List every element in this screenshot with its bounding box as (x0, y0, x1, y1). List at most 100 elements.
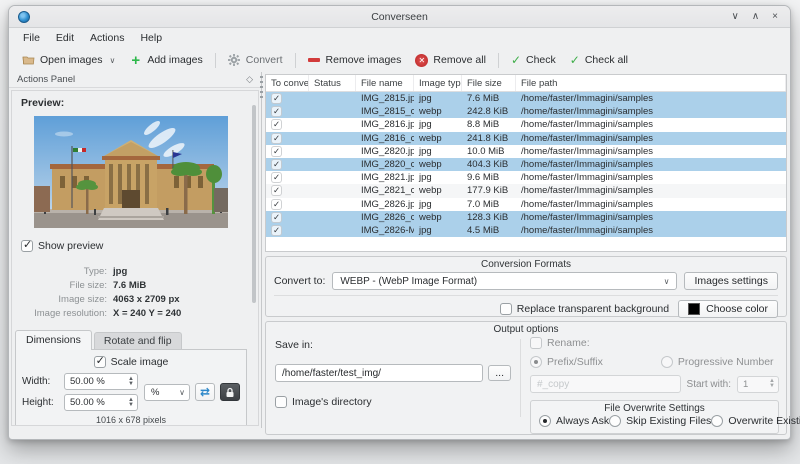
table-row[interactable]: ✓ IMG_2820_co... webp 404.3 KiB/home/faster… (266, 157, 786, 172)
col-image-type[interactable]: Image type (414, 75, 462, 91)
table-row[interactable]: ✓ IMG_2826_co... webp 128.3 KiB/home/faster… (266, 210, 786, 224)
sync-dimensions-button[interactable]: ⇄ (195, 383, 215, 401)
convert-button[interactable]: Convert (221, 52, 290, 69)
row-file-size: 7.0 MiB (467, 198, 500, 210)
row-check-icon[interactable]: ✓ (271, 224, 282, 236)
lock-aspect-button[interactable] (220, 383, 240, 401)
spin-down-icon[interactable]: ▼ (128, 402, 134, 408)
scale-image-checkbox[interactable]: Scale image (93, 354, 168, 368)
table-row[interactable]: ✓ IMG_2816.jpg jpg 8.8 MiB/home/faster/Imma… (266, 118, 786, 131)
row-file-path: /home/faster/Immagini/samples (521, 198, 653, 210)
preview-label: Preview: (21, 97, 65, 109)
float-panel-icon[interactable]: ◇ (246, 74, 253, 85)
output-options-title: Output options (493, 324, 559, 335)
choose-color-button[interactable]: Choose color (678, 300, 778, 318)
open-images-button[interactable]: Open images ∨ (15, 52, 122, 69)
progressive-number-radio[interactable]: Progressive Number (660, 356, 774, 368)
type-value: jpg (113, 266, 128, 277)
check-button[interactable]: ✓ Check (504, 51, 563, 69)
width-spinbox[interactable]: 50.00 % ▲ ▼ (64, 373, 138, 390)
unit-select[interactable]: % ∨ (144, 383, 190, 401)
chevron-down-icon: ∨ (663, 276, 670, 286)
image-info: Type: jpg File size: 7.6 MiB Image size:… (12, 266, 250, 319)
replace-transparent-checkbox[interactable]: Replace transparent background (499, 303, 669, 315)
row-check-icon[interactable]: ✓ (271, 145, 282, 157)
spin-down-icon[interactable]: ▼ (128, 381, 134, 387)
col-file-name[interactable]: File name (356, 75, 414, 91)
table-row[interactable]: ✓ IMG_2815_co... webp 242.8 KiB/home/faster… (266, 105, 786, 119)
titlebar[interactable]: Converseen ∨ ∧ × (9, 6, 790, 28)
actions-panel: Actions Panel ◇ Preview: ✓ Show preview … (9, 72, 262, 428)
table-row[interactable]: ✓ IMG_2826.jpg jpg 7.0 MiB/home/faster/Imma… (266, 198, 786, 211)
always-ask-radio[interactable]: Always Ask (539, 415, 609, 427)
maximize-icon[interactable]: ∧ (752, 11, 759, 22)
spin-down-icon[interactable]: ▼ (769, 383, 775, 389)
table-row[interactable]: ✓ IMG_2821_co... webp 177.9 KiB/home/faster… (266, 184, 786, 198)
add-images-button[interactable]: + Add images (122, 52, 209, 69)
row-check-icon[interactable]: ✓ (271, 159, 282, 171)
col-status[interactable]: Status (309, 75, 356, 91)
row-check-icon[interactable]: ✓ (271, 119, 282, 131)
check-all-button[interactable]: ✓ Check all (563, 51, 635, 69)
row-file-size: 10.0 MiB (467, 145, 505, 157)
menu-help[interactable]: Help (132, 30, 170, 46)
row-image-type: webp (419, 106, 442, 118)
checkbox-icon (275, 396, 287, 408)
checkbox-checked-icon (93, 354, 106, 368)
tab-rotate-and-flip[interactable]: Rotate and flip (93, 332, 182, 350)
swap-arrows-icon: ⇄ (199, 385, 211, 399)
images-settings-button[interactable]: Images settings (684, 272, 778, 290)
window-title: Converseen (371, 10, 428, 23)
menu-edit[interactable]: Edit (48, 30, 82, 46)
remove-images-button[interactable]: Remove images (301, 52, 409, 69)
row-file-size: 8.8 MiB (467, 119, 500, 131)
row-check-icon[interactable]: ✓ (271, 172, 282, 184)
check-icon: ✓ (510, 53, 521, 67)
row-file-path: /home/faster/Immagini/samples (521, 211, 653, 223)
table-header[interactable]: To convert Status File name Image type F… (266, 75, 786, 92)
table-row[interactable]: ✓ IMG_2816_co... webp 241.8 KiB/home/faster… (266, 131, 786, 145)
row-check-icon[interactable]: ✓ (271, 211, 282, 223)
table-row[interactable]: ✓ IMG_2820.jpg jpg 10.0 MiB/home/faster/Imm… (266, 145, 786, 158)
minimize-icon[interactable]: ∨ (732, 11, 739, 22)
col-file-size[interactable]: File size (462, 75, 516, 91)
gear-icon (228, 54, 241, 67)
table-row[interactable]: ✓ IMG_2821.jpg jpg 9.6 MiB/home/faster/Imma… (266, 171, 786, 184)
splitter-handle[interactable] (260, 76, 263, 98)
panel-scrollbar[interactable] (252, 99, 256, 417)
show-preview-checkbox[interactable]: Show preview (21, 238, 103, 252)
remove-all-button[interactable]: ✕ Remove all (408, 52, 493, 69)
image-size-label: Image size: (58, 294, 107, 305)
image-size-value: 4063 x 2709 px (113, 294, 180, 305)
col-file-path[interactable]: File path (516, 75, 786, 91)
row-check-icon[interactable]: ✓ (271, 132, 282, 144)
toolbar: Open images ∨ + Add images Convert Remov… (9, 48, 790, 72)
menu-actions[interactable]: Actions (82, 30, 132, 46)
close-icon[interactable]: × (772, 11, 778, 22)
menu-file[interactable]: File (15, 30, 48, 46)
rename-checkbox[interactable]: Rename: (530, 337, 779, 349)
row-image-type: jpg (419, 224, 432, 236)
resolution-label: Image resolution: (34, 308, 107, 319)
row-file-size: 404.3 KiB (467, 159, 509, 171)
start-with-spinbox[interactable]: 1 ▲ ▼ (737, 375, 779, 393)
rename-pattern-input[interactable] (530, 375, 681, 393)
table-row[interactable]: ✓ IMG_2826-M... jpg 4.5 MiB/home/faster/Imm… (266, 223, 786, 238)
images-directory-checkbox[interactable]: Image's directory (275, 396, 372, 408)
skip-existing-files-radio[interactable]: Skip Existing Files (609, 415, 711, 427)
tab-dimensions[interactable]: Dimensions (15, 330, 92, 350)
row-check-icon[interactable]: ✓ (271, 185, 282, 197)
file-overwrite-settings-title: File Overwrite Settings (604, 403, 705, 414)
browse-button[interactable]: ... (488, 365, 511, 381)
row-check-icon[interactable]: ✓ (271, 93, 282, 105)
prefix-suffix-radio[interactable]: Prefix/Suffix (530, 356, 603, 368)
save-path-input[interactable] (275, 364, 484, 382)
row-check-icon[interactable]: ✓ (271, 198, 282, 210)
table-row[interactable]: ✓ IMG_2815.jpg jpg 7.6 MiB/home/faster/Imma… (266, 92, 786, 106)
height-spinbox[interactable]: 50.00 % ▲ ▼ (64, 394, 138, 411)
col-to-convert[interactable]: To convert (266, 75, 309, 91)
row-check-icon[interactable]: ✓ (271, 106, 282, 118)
convert-to-label: Convert to: (274, 275, 326, 287)
format-select[interactable]: WEBP - (WebP Image Format) ∨ (332, 272, 678, 290)
overwrite-existing-files-radio[interactable]: Overwrite Existing Files (711, 415, 800, 427)
